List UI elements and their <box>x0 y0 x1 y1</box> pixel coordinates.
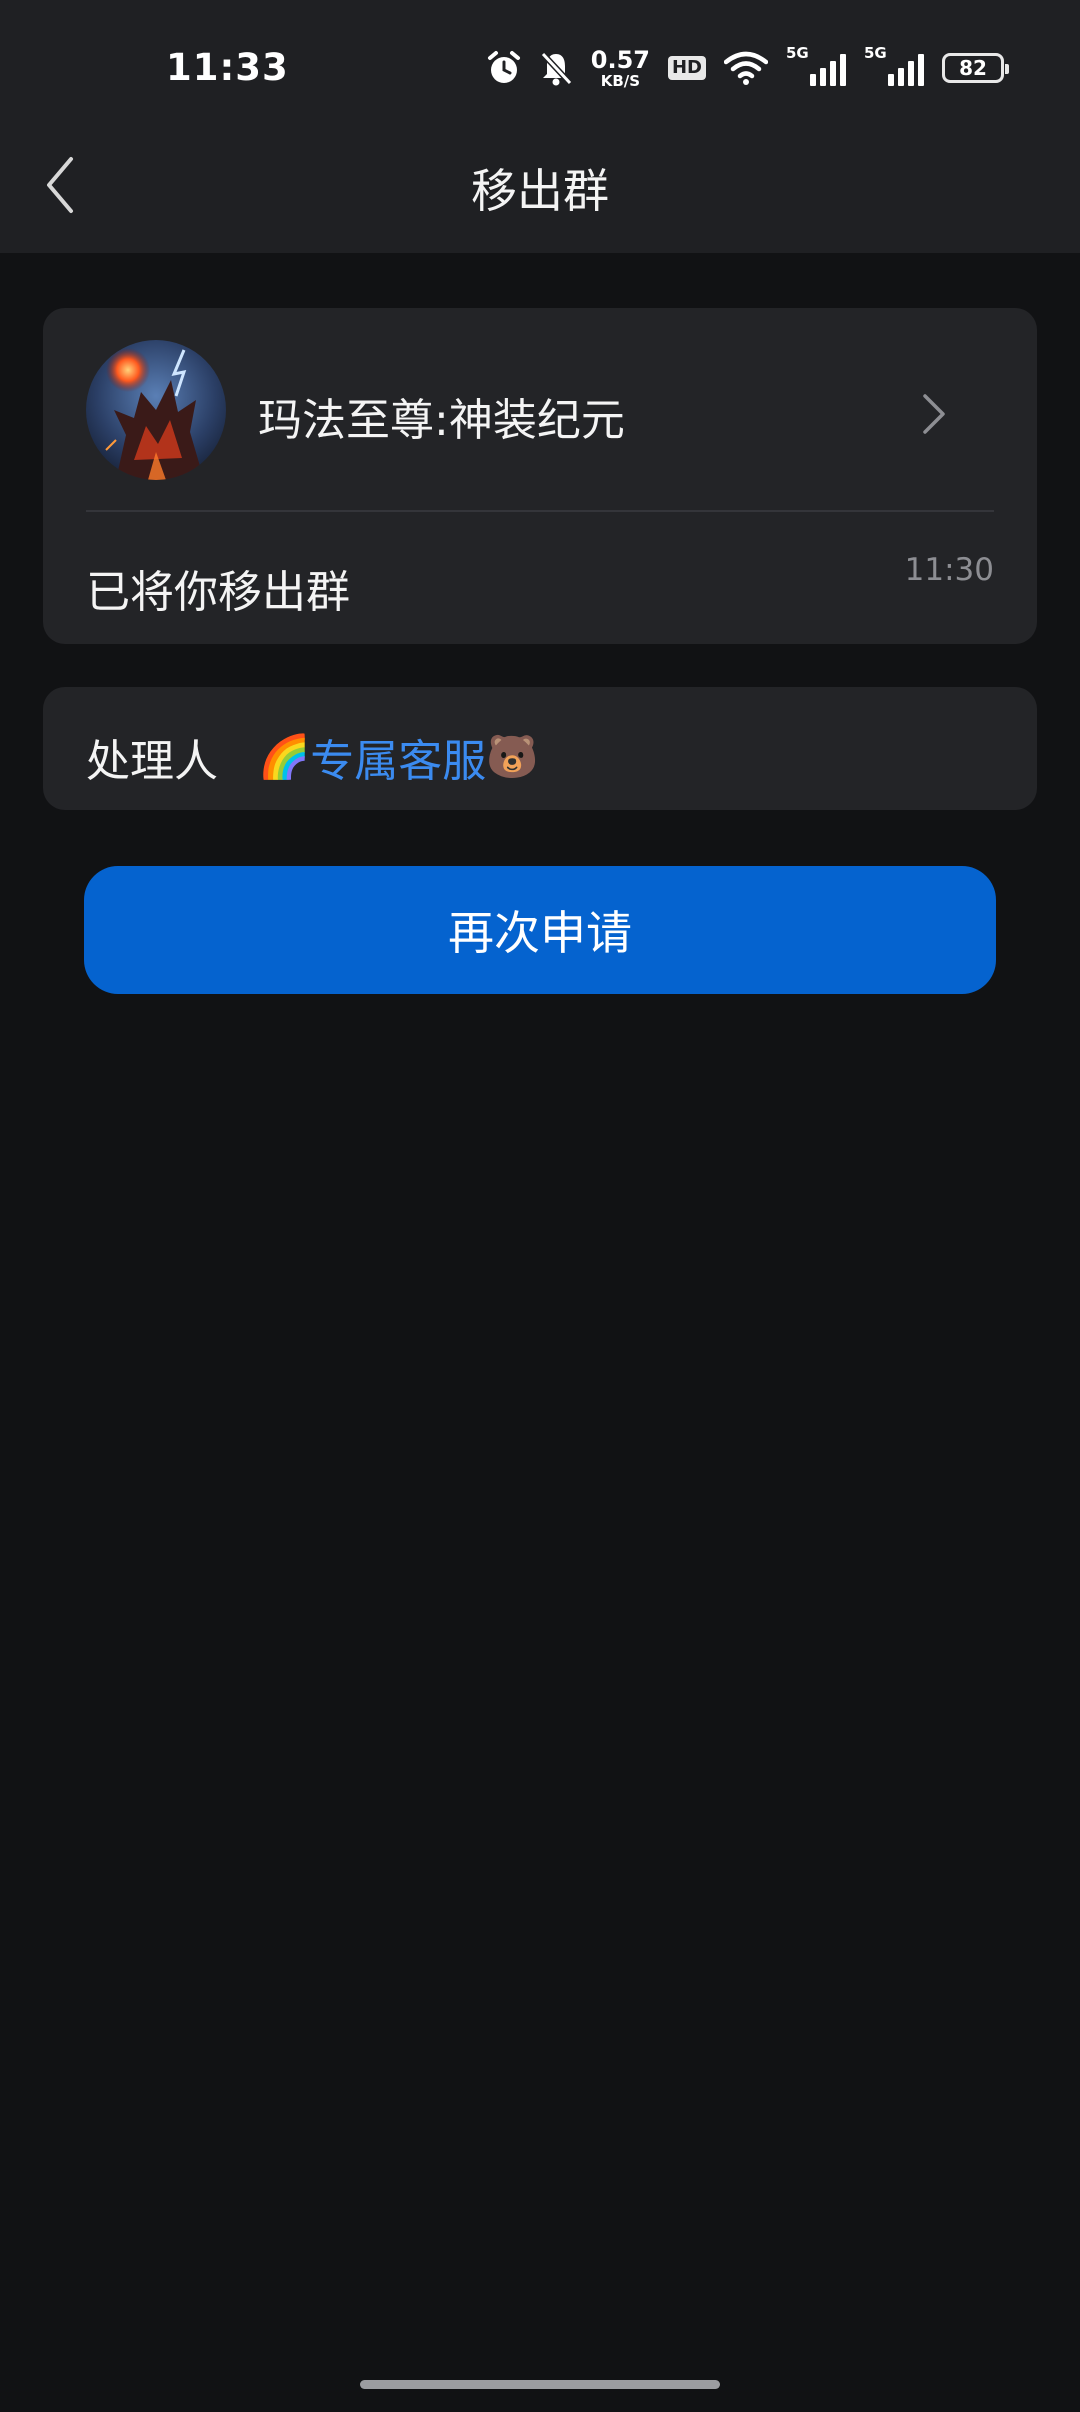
hd-icon: HD <box>667 56 706 80</box>
group-info-row[interactable]: 玛法至尊:神装纪元 <box>43 308 1037 510</box>
group-name: 玛法至尊:神装纪元 <box>258 395 625 446</box>
signal-sim1-icon: 5G <box>786 44 846 86</box>
alarm-icon <box>487 51 520 83</box>
top-bar: 11:33 0.57 KB/S HD 5G 5G 82 移出群 <box>0 0 1080 253</box>
handler-name: 专属客服 <box>310 736 487 787</box>
screen: 11:33 0.57 KB/S HD 5G 5G 82 移出群 玛法至尊:神装纪… <box>0 0 1080 2412</box>
group-card: 玛法至尊:神装纪元 已将你移出群 11:30 <box>43 308 1037 644</box>
network-speed-value: 0.57 <box>590 45 650 74</box>
removal-notice: 已将你移出群 <box>86 567 350 618</box>
reapply-button[interactable]: 再次申请 <box>84 866 996 994</box>
network-speed-unit: KB/S <box>600 71 641 90</box>
sim1-label: 5G <box>786 44 809 62</box>
handler-card: 处理人 🌈 专属客服 🐻 <box>43 687 1037 810</box>
signal-sim2-icon: 5G <box>864 44 924 86</box>
group-avatar <box>86 340 226 480</box>
status-icons: 0.57 KB/S HD 5G 5G 82 <box>487 44 1009 92</box>
status-time: 11:33 <box>166 46 289 89</box>
mute-bell-icon <box>540 51 572 86</box>
wifi-icon <box>724 51 768 85</box>
handler-label: 处理人 <box>86 736 218 787</box>
rainbow-emoji: 🌈 <box>258 732 311 781</box>
chevron-right-icon <box>923 394 945 434</box>
battery-icon: 82 <box>942 53 1009 83</box>
home-indicator[interactable] <box>360 2380 720 2389</box>
handler-link[interactable]: 🌈 专属客服 🐻 <box>258 725 539 789</box>
network-speed: 0.57 KB/S <box>591 48 650 89</box>
battery-level: 82 <box>959 56 987 80</box>
bear-emoji: 🐻 <box>486 732 539 781</box>
sim2-label: 5G <box>864 44 887 62</box>
divider <box>86 510 994 512</box>
removal-time: 11:30 <box>904 552 994 588</box>
page-title: 移出群 <box>471 164 609 218</box>
